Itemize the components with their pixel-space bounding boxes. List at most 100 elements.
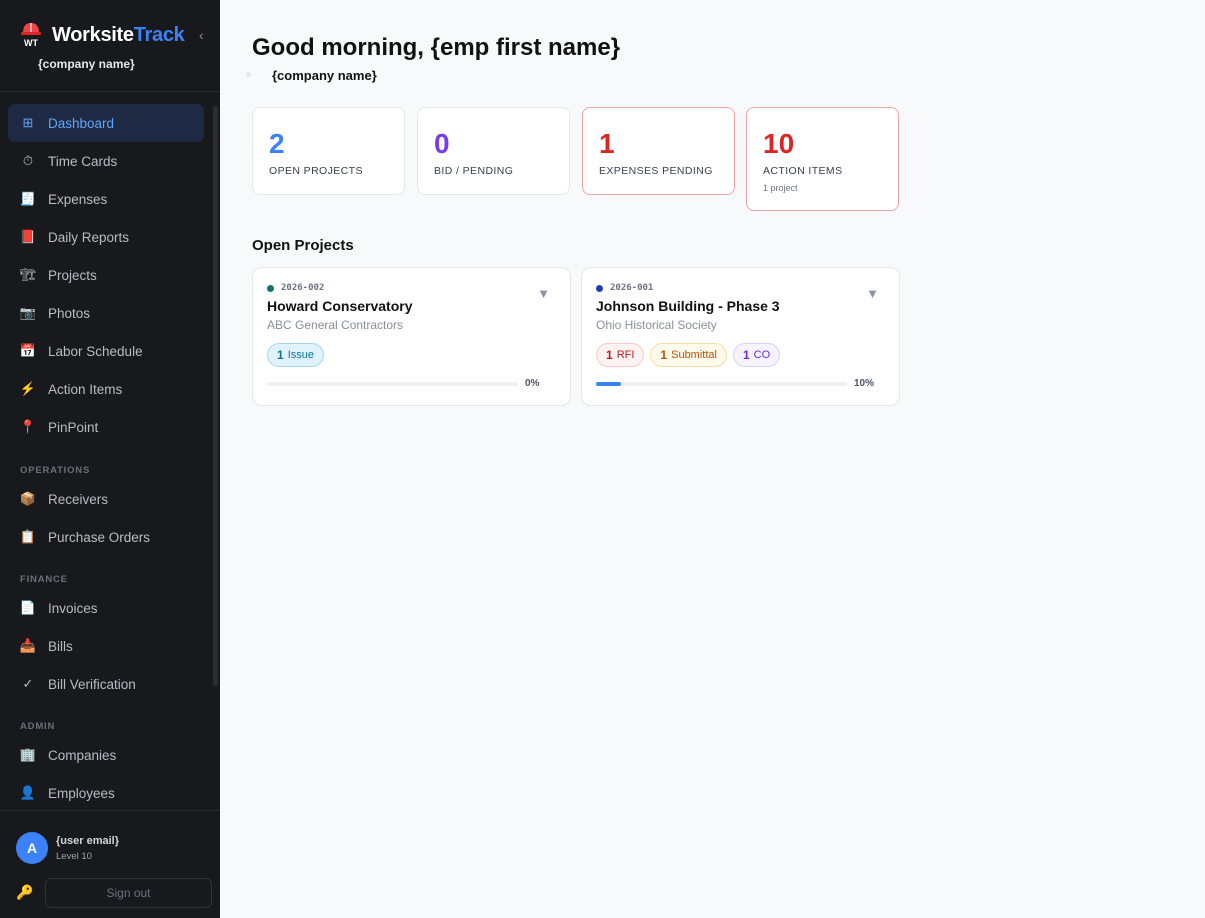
rfi-badge[interactable]: 1 RFI xyxy=(596,343,645,367)
change-order-badge[interactable]: 1 CO xyxy=(732,343,781,367)
camera-icon: 📷 xyxy=(19,305,37,320)
sidebar-item-label: Receivers xyxy=(48,491,109,507)
stopwatch-icon: ⏱ xyxy=(22,153,34,168)
sidebar-item-label: Bill Verification xyxy=(48,676,136,692)
section-label-finance: FINANCE xyxy=(20,574,68,585)
stat-value: 1 xyxy=(599,128,615,159)
pin-icon: 📍 xyxy=(19,419,37,434)
issue-badge[interactable]: 1 Issue xyxy=(267,343,324,367)
sidebar-item-label: Photos xyxy=(48,305,91,321)
sidebar-item-label: Labor Schedule xyxy=(48,343,143,359)
stat-card-open-projects[interactable]: 2 OPEN PROJECTS xyxy=(252,107,405,195)
sidebar-item-invoices[interactable]: 📄 Invoices xyxy=(8,589,204,627)
stat-label: BID / PENDING xyxy=(434,165,514,177)
sidebar-item-expenses[interactable]: 🧾 Expenses xyxy=(8,180,204,218)
clipboard-icon: 📋 xyxy=(19,529,37,544)
page-title: Good morning, {emp first name} xyxy=(252,34,621,61)
progress-bar xyxy=(267,382,518,386)
project-client: ABC General Contractors xyxy=(267,318,404,332)
progress-fill xyxy=(596,382,622,386)
sidebar-item-label: Purchase Orders xyxy=(48,529,151,545)
package-icon: 📦 xyxy=(19,491,37,506)
document-icon: 📄 xyxy=(19,600,37,615)
stat-value: 0 xyxy=(434,128,450,159)
stat-sublabel: 1 project xyxy=(763,183,798,193)
sidebar-item-projects[interactable]: 🏗 Projects xyxy=(8,256,204,294)
sidebar-item-label: Action Items xyxy=(48,381,123,397)
sidebar-item-bill-verification[interactable]: ✓ Bill Verification xyxy=(8,665,204,703)
sidebar-item-label: Companies xyxy=(48,747,117,763)
sidebar-item-label: Daily Reports xyxy=(48,229,130,245)
stat-value: 10 xyxy=(763,128,795,159)
sidebar-item-bills[interactable]: 📥 Bills xyxy=(8,627,204,665)
user-footer: A {user email} Level 10 🔑 Sign out xyxy=(0,810,220,918)
sidebar-item-label: Expenses xyxy=(48,191,108,207)
sidebar-item-pinpoint[interactable]: 📍 PinPoint xyxy=(8,408,204,446)
collapse-sidebar-icon[interactable]: ‹ xyxy=(199,27,204,43)
sidebar: WT WorksiteTrack ‹ {company name} ⊞ Dash… xyxy=(0,0,220,918)
construction-icon: 🏗 xyxy=(19,267,37,282)
stat-card-bid-pending[interactable]: 0 BID / PENDING xyxy=(417,107,570,195)
project-tags: 1 Issue xyxy=(267,343,324,367)
receipt-icon: 🧾 xyxy=(19,191,37,206)
project-card[interactable]: 2026-002 ▼ Howard Conservatory ABC Gener… xyxy=(252,267,571,406)
progress-bar xyxy=(596,382,847,386)
sidebar-item-companies[interactable]: 🏢 Companies xyxy=(8,736,204,774)
sidebar-item-label: Time Cards xyxy=(48,153,118,169)
user-email: {user email} xyxy=(56,835,119,847)
sidebar-item-label: Dashboard xyxy=(48,115,115,131)
stat-value: 2 xyxy=(269,128,285,159)
grid-icon: ⊞ xyxy=(22,115,34,130)
lightning-icon: ⚡ xyxy=(19,381,37,396)
progress-label: 0% xyxy=(525,378,540,389)
person-icon: 👤 xyxy=(19,785,37,800)
sidebar-item-photos[interactable]: 📷 Photos xyxy=(8,294,204,332)
stat-label: ACTION ITEMS xyxy=(763,165,843,177)
building-icon: 🏢 xyxy=(19,747,37,762)
sidebar-item-label: PinPoint xyxy=(48,419,99,435)
progress-label: 10% xyxy=(854,378,875,389)
stat-card-expenses-pending[interactable]: 1 EXPENSES PENDING xyxy=(582,107,735,195)
chevron-down-icon[interactable]: ▼ xyxy=(537,286,550,301)
key-icon[interactable]: 🔑 xyxy=(16,884,33,901)
stat-card-action-items[interactable]: 10 ACTION ITEMS 1 project xyxy=(746,107,899,211)
sidebar-item-employees[interactable]: 👤 Employees xyxy=(8,774,204,812)
submittal-badge[interactable]: 1 Submittal xyxy=(650,343,727,367)
sidebar-item-label: Bills xyxy=(48,638,73,654)
sidebar-item-purchase-orders[interactable]: 📋 Purchase Orders xyxy=(8,518,204,556)
hard-hat-logo-icon: WT xyxy=(21,23,41,48)
section-label-operations: OPERATIONS xyxy=(20,465,91,476)
sidebar-item-dashboard[interactable]: ⊞ Dashboard xyxy=(8,104,204,142)
sidebar-item-labor-schedule[interactable]: 📅 Labor Schedule xyxy=(8,332,204,370)
brand-company-name: {company name} xyxy=(38,57,135,71)
project-client: Ohio Historical Society xyxy=(596,318,717,332)
calendar-icon: 📅 xyxy=(19,343,37,358)
sidebar-item-action-items[interactable]: ⚡ Action Items xyxy=(8,370,204,408)
user-level: Level 10 xyxy=(56,851,92,862)
svg-text:WT: WT xyxy=(24,38,38,48)
project-name: Howard Conservatory xyxy=(267,298,413,314)
brand-name: WorksiteTrack xyxy=(52,24,185,46)
checkmark-icon: ✓ xyxy=(22,676,34,691)
chevron-down-icon[interactable]: ▼ xyxy=(866,286,879,301)
stat-label: OPEN PROJECTS xyxy=(269,165,363,177)
sidebar-scrollbar[interactable] xyxy=(213,106,218,686)
section-label-admin: ADMIN xyxy=(20,721,56,732)
sidebar-item-receivers[interactable]: 📦 Receivers xyxy=(8,480,204,518)
company-name: {company name} xyxy=(272,68,377,83)
project-card[interactable]: 2026-001 ▼ Johnson Building - Phase 3 Oh… xyxy=(581,267,900,406)
avatar[interactable]: A xyxy=(16,832,48,864)
sidebar-item-daily-reports[interactable]: 📕 Daily Reports xyxy=(8,218,204,256)
project-name: Johnson Building - Phase 3 xyxy=(596,298,780,314)
project-tags: 1 RFI 1 Submittal 1 CO xyxy=(596,343,781,367)
sidebar-item-label: Projects xyxy=(48,267,97,283)
sign-out-button[interactable]: Sign out xyxy=(45,878,212,908)
company-marker-icon xyxy=(246,72,251,77)
status-dot-icon xyxy=(267,285,274,292)
inbox-icon: 📥 xyxy=(19,638,37,653)
book-icon: 📕 xyxy=(19,229,37,244)
project-code: 2026-002 xyxy=(281,283,325,293)
open-projects-heading: Open Projects xyxy=(252,237,354,254)
stat-label: EXPENSES PENDING xyxy=(599,165,713,177)
sidebar-item-time-cards[interactable]: ⏱ Time Cards xyxy=(8,142,204,180)
